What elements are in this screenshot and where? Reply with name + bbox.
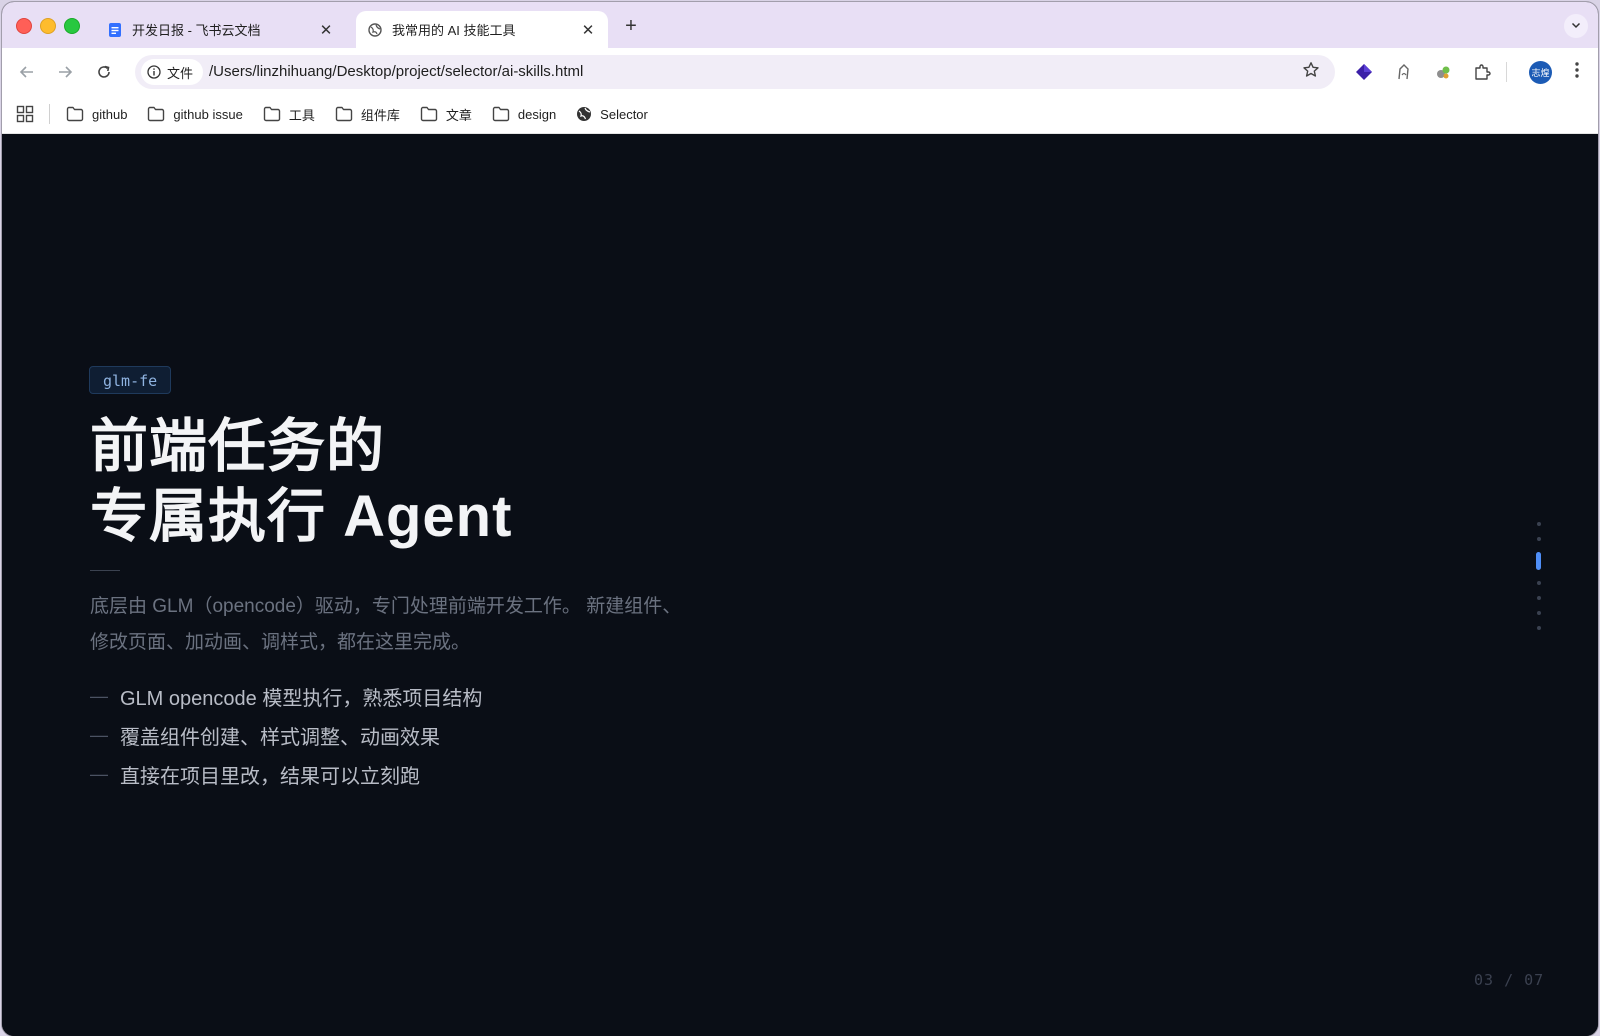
slide-counter: 03 / 07 bbox=[1474, 971, 1545, 989]
site-info-chip[interactable]: 文件 bbox=[141, 59, 204, 85]
kebab-menu-icon bbox=[1575, 62, 1579, 78]
bullet-dash: — bbox=[90, 764, 108, 784]
pagination-dot[interactable] bbox=[1537, 522, 1541, 526]
extension-button[interactable] bbox=[1353, 61, 1375, 83]
title-divider bbox=[90, 570, 120, 571]
site-info-label: 文件 bbox=[167, 65, 194, 81]
pagination-dot-active[interactable] bbox=[1536, 552, 1541, 570]
slide-title-line-1: 前端任务的 bbox=[90, 414, 386, 479]
extension-button[interactable] bbox=[1393, 61, 1415, 83]
folder-icon bbox=[148, 106, 165, 122]
pen-extension-icon bbox=[1398, 64, 1409, 80]
arrow-right-icon bbox=[59, 66, 73, 78]
bookmark-label: github issue bbox=[173, 106, 243, 122]
puzzle-color-extension-icon bbox=[1437, 66, 1450, 79]
bookmarks-bar: github github issue 工具 组件库 文章 design Selector bbox=[2, 95, 1598, 134]
reload-button[interactable] bbox=[92, 60, 116, 84]
pagination-dot[interactable] bbox=[1537, 626, 1541, 630]
back-button[interactable] bbox=[15, 60, 39, 84]
apps-grid-icon[interactable] bbox=[16, 105, 34, 123]
url-text[interactable]: /Users/linzhihuang/Desktop/project/selec… bbox=[209, 63, 583, 80]
globe-icon bbox=[368, 22, 382, 37]
profile-avatar[interactable]: 志煌 bbox=[1529, 61, 1552, 84]
feature-item: — GLM opencode 模型执行，熟悉项目结构 bbox=[90, 677, 482, 716]
close-tab-icon[interactable]: ✕ bbox=[318, 22, 334, 39]
document-icon bbox=[109, 22, 121, 37]
agent-tag: glm-fe bbox=[89, 366, 172, 394]
pagination-dot[interactable] bbox=[1537, 611, 1541, 615]
feature-item: — 覆盖组件创建、样式调整、动画效果 bbox=[90, 716, 482, 755]
bookmark-label: Selector bbox=[600, 106, 648, 122]
feature-text: 直接在项目里改，结果可以立刻跑 bbox=[120, 766, 420, 788]
close-tab-icon[interactable]: ✕ bbox=[580, 22, 596, 39]
bookmark-item[interactable]: github issue bbox=[147, 106, 243, 122]
feature-list: — GLM opencode 模型执行，熟悉项目结构 — 覆盖组件创建、样式调整、动画… bbox=[90, 677, 482, 794]
new-tab-button[interactable]: + bbox=[620, 15, 642, 37]
star-icon bbox=[1303, 62, 1319, 77]
bookmark-label: 组件库 bbox=[360, 107, 400, 123]
tab-ai-skills[interactable]: 我常用的 AI 技能工具 ✕ bbox=[356, 11, 608, 48]
feature-text: 覆盖组件创建、样式调整、动画效果 bbox=[120, 727, 440, 749]
minimize-window-button[interactable] bbox=[40, 18, 56, 34]
bookmark-label: 工具 bbox=[288, 107, 315, 123]
bookmark-label: github bbox=[92, 106, 128, 122]
pagination-dot[interactable] bbox=[1537, 581, 1541, 585]
folder-icon bbox=[66, 106, 84, 122]
bookmark-item[interactable]: design bbox=[492, 106, 556, 122]
slide-description: 底层由 GLM（opencode）驱动，专门处理前端开发工作。 新建组件、修改页… bbox=[90, 596, 682, 653]
slide-title-line-2: 专属执行 Agent bbox=[90, 484, 513, 549]
tab-search-button[interactable] bbox=[1564, 14, 1588, 38]
bookmark-star-button[interactable] bbox=[1300, 61, 1322, 83]
bullet-dash: — bbox=[90, 686, 108, 706]
folder-icon bbox=[420, 106, 438, 122]
bookmarks-divider bbox=[49, 104, 50, 124]
cube-extension-icon bbox=[1356, 64, 1372, 80]
slide-page: glm-fe 前端任务的 专属执行 Agent 底层由 GLM（opencode… bbox=[2, 135, 1598, 1036]
bookmark-item[interactable]: github bbox=[66, 106, 127, 122]
reload-icon bbox=[98, 65, 110, 78]
folder-icon bbox=[492, 106, 510, 122]
browser-toolbar: 文件 /Users/linzhihuang/Desktop/project/se… bbox=[2, 48, 1598, 95]
info-icon bbox=[147, 65, 161, 79]
bookmark-list: github github issue 工具 组件库 文章 design Selector bbox=[66, 95, 668, 133]
extension-button[interactable] bbox=[1432, 61, 1454, 83]
bookmark-item[interactable]: Selector bbox=[576, 106, 648, 122]
feature-item: — 直接在项目里改，结果可以立刻跑 bbox=[90, 755, 482, 794]
tab-daily-report[interactable]: 开发日报 - 飞书云文档 ✕ bbox=[96, 11, 346, 48]
bookmark-label: 文章 bbox=[445, 107, 472, 123]
folder-icon bbox=[335, 106, 353, 122]
globe-icon bbox=[577, 107, 592, 121]
bookmark-item[interactable]: 文章 bbox=[420, 105, 472, 124]
address-bar[interactable]: 文件 /Users/linzhihuang/Desktop/project/se… bbox=[135, 55, 1335, 89]
folder-icon bbox=[263, 106, 281, 122]
slide-title: 前端任务的 专属执行 Agent bbox=[90, 412, 512, 552]
tab-title: 我常用的 AI 技能工具 bbox=[392, 23, 516, 38]
pagination-dot[interactable] bbox=[1537, 596, 1541, 600]
bookmark-item[interactable]: 工具 bbox=[263, 105, 315, 124]
tab-title: 开发日报 - 飞书云文档 bbox=[132, 23, 261, 38]
zoom-window-button[interactable] bbox=[64, 18, 80, 34]
bookmark-label: design bbox=[517, 106, 557, 122]
forward-button[interactable] bbox=[53, 60, 77, 84]
arrow-left-icon bbox=[19, 66, 33, 78]
puzzle-icon bbox=[1475, 64, 1491, 80]
more-menu-button[interactable] bbox=[1570, 61, 1584, 83]
browser-window: 开发日报 - 飞书云文档 ✕ 我常用的 AI 技能工具 ✕ + 文件 /User… bbox=[2, 2, 1598, 1036]
close-window-button[interactable] bbox=[16, 18, 32, 34]
slide-pagination bbox=[1535, 522, 1543, 641]
feature-text: GLM opencode 模型执行，熟悉项目结构 bbox=[120, 688, 483, 710]
toolbar-divider bbox=[1506, 62, 1507, 82]
pagination-dot[interactable] bbox=[1537, 537, 1541, 541]
tab-strip: 开发日报 - 飞书云文档 ✕ 我常用的 AI 技能工具 ✕ + bbox=[2, 2, 1598, 48]
bookmark-item[interactable]: 组件库 bbox=[335, 105, 400, 124]
chevron-down-icon bbox=[1571, 22, 1581, 29]
extensions-menu-button[interactable] bbox=[1471, 61, 1493, 83]
bullet-dash: — bbox=[90, 725, 108, 745]
